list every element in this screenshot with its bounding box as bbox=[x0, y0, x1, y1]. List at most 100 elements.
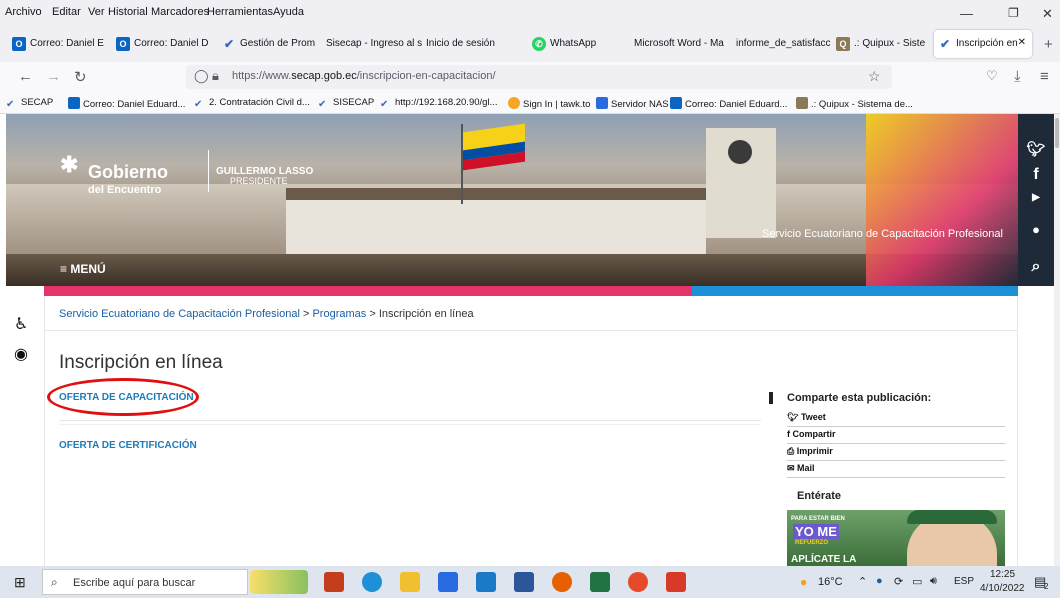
temperature[interactable]: 16°C bbox=[818, 576, 843, 588]
url-text[interactable]: https://www.secap.gob.ec/inscripcion-en-… bbox=[232, 70, 496, 82]
breadcrumb: Servicio Ecuatoriano de Capacitación Pro… bbox=[59, 308, 474, 320]
menu-ver[interactable]: Ver bbox=[88, 6, 105, 18]
menu-marcadores[interactable]: Marcadores bbox=[151, 6, 209, 18]
network-icon[interactable]: ▭ bbox=[912, 575, 922, 588]
store-icon[interactable] bbox=[438, 572, 458, 592]
outlook-icon bbox=[670, 97, 682, 109]
bookmark-tawk[interactable]: Sign In | tawk.to bbox=[508, 97, 590, 110]
bookmark-star-icon[interactable]: ☆ bbox=[868, 68, 881, 85]
tab-gestion[interactable]: ✔ Gestión de Prom bbox=[218, 30, 322, 58]
restore-icon[interactable]: ❐ bbox=[1008, 6, 1019, 20]
breadcrumb-current: Inscripción en línea bbox=[378, 308, 474, 320]
scrollbar-thumb[interactable] bbox=[1055, 118, 1059, 148]
mail-icon[interactable] bbox=[476, 572, 496, 592]
tab-bar: O Correo: Daniel E O Correo: Daniel D ✔ … bbox=[0, 26, 1060, 62]
url-domain: secap.gob.ec bbox=[291, 70, 357, 82]
tab-sisecap[interactable]: Sisecap - Ingreso al s bbox=[322, 30, 422, 58]
powerpoint-icon[interactable] bbox=[324, 572, 344, 592]
bookmark-contratacion[interactable]: ✔ 2. Contratación Civil d... bbox=[194, 97, 310, 111]
tab-label: Inscripción en bbox=[956, 38, 1018, 49]
bookmark-nas[interactable]: Servidor NAS bbox=[596, 97, 669, 110]
clock-date[interactable]: 4/10/2022 bbox=[980, 583, 1025, 594]
logo-divider bbox=[208, 150, 209, 192]
lock-icon[interactable]: 🔒︎ bbox=[212, 68, 219, 84]
whatsapp-icon: ✆ bbox=[532, 37, 546, 51]
minimize-icon[interactable]: — bbox=[960, 6, 973, 21]
back-icon[interactable]: ← bbox=[18, 68, 33, 85]
bookmark-correo-2[interactable]: Correo: Daniel Eduard... bbox=[670, 97, 787, 110]
close-window-icon[interactable]: ✕ bbox=[1042, 6, 1053, 22]
social-sidebar: 🐦︎ f ▶ ● ⌕ bbox=[1018, 114, 1054, 286]
secap-icon: ✔ bbox=[939, 37, 951, 51]
tab-inicio-sesion[interactable]: Inicio de sesión bbox=[422, 30, 522, 58]
app-menu-icon[interactable]: ≡ bbox=[1040, 68, 1049, 85]
tab-correo-1[interactable]: O Correo: Daniel E bbox=[8, 30, 112, 58]
new-tab-icon[interactable]: + bbox=[1044, 36, 1053, 53]
tab-word[interactable]: Microsoft Word - Ma bbox=[630, 30, 732, 58]
volume-icon[interactable]: 🔊︎ bbox=[930, 575, 937, 588]
twitter-icon[interactable]: 🐦︎ bbox=[1018, 140, 1054, 158]
pocket-icon[interactable]: ♡ bbox=[986, 68, 998, 84]
menu-button[interactable]: ≡ MENÚ bbox=[60, 262, 106, 276]
word-icon[interactable] bbox=[514, 572, 534, 592]
edge-icon[interactable] bbox=[362, 572, 382, 592]
clock-time[interactable]: 12:25 bbox=[990, 569, 1015, 580]
link-oferta-certificacion[interactable]: OFERTA DE CERTIFICACIÓN bbox=[59, 440, 197, 451]
weather-icon[interactable]: ● bbox=[800, 575, 807, 589]
menu-archivo[interactable]: Archivo bbox=[5, 6, 42, 18]
forward-icon[interactable]: → bbox=[46, 68, 61, 85]
opera-icon[interactable] bbox=[628, 572, 648, 592]
search-icon[interactable]: ⌕ bbox=[1018, 258, 1054, 276]
menu-historial[interactable]: Historial bbox=[108, 6, 148, 18]
promo-banner[interactable]: PARA ESTAR BIEN YO ME REFUERZO APLÍCATE … bbox=[787, 510, 1005, 566]
reload-icon[interactable]: ↻ bbox=[74, 68, 87, 86]
share-mail[interactable]: ✉ Mail bbox=[787, 461, 1005, 478]
close-tab-icon[interactable]: ✕ bbox=[1018, 37, 1026, 48]
notification-count: 2 bbox=[1044, 582, 1049, 591]
sync-icon[interactable]: ⟳ bbox=[894, 575, 903, 588]
menu-ayuda[interactable]: Ayuda bbox=[273, 6, 304, 18]
bookmark-correo-1[interactable]: Correo: Daniel Eduard... bbox=[68, 97, 185, 110]
language-indicator[interactable]: ESP bbox=[954, 576, 974, 587]
share-compartir-label: Compartir bbox=[792, 429, 836, 439]
widget-icon[interactable] bbox=[250, 570, 308, 594]
share-compartir[interactable]: f Compartir bbox=[787, 427, 1005, 444]
windows-start-icon[interactable]: ⊞ bbox=[14, 574, 26, 591]
eye-icon[interactable]: ◉ bbox=[14, 344, 28, 364]
excel-icon[interactable] bbox=[590, 572, 610, 592]
breadcrumb-home[interactable]: Servicio Ecuatoriano de Capacitación Pro… bbox=[59, 308, 300, 320]
file-explorer-icon[interactable] bbox=[400, 572, 420, 592]
bookmark-sisecap[interactable]: ✔ SISECAP bbox=[318, 97, 374, 111]
accessibility-column: ♿︎ ◉ bbox=[0, 286, 44, 566]
share-imprimir[interactable]: ⎙ Imprimir bbox=[787, 444, 1005, 461]
youtube-icon[interactable]: ▶ bbox=[1018, 192, 1054, 203]
tray-chevron-icon[interactable]: ⌃ bbox=[858, 575, 867, 588]
page-scrollbar[interactable] bbox=[1054, 114, 1060, 566]
tab-inscripcion[interactable]: ✔ Inscripción en ✕ bbox=[934, 30, 1032, 58]
breadcrumb-programas[interactable]: Programas bbox=[312, 308, 366, 320]
brand-overlay bbox=[866, 114, 1018, 286]
tray-app-icon[interactable]: ● bbox=[876, 575, 883, 587]
president-title: PRESIDENTE bbox=[230, 176, 288, 186]
bookmark-secap[interactable]: ✔ SECAP bbox=[6, 97, 53, 111]
tab-quipux[interactable]: Q .: Quipux - Siste bbox=[832, 30, 932, 58]
taskbar-search[interactable]: ⌕ Escribe aquí para buscar bbox=[42, 569, 248, 595]
logo-mark-icon: ✱ bbox=[60, 152, 79, 177]
menu-herramientas[interactable]: Herramientas bbox=[207, 6, 273, 18]
download-icon[interactable]: ⤓ bbox=[1014, 68, 1021, 85]
flickr-icon[interactable]: ● bbox=[1018, 222, 1054, 237]
facebook-icon[interactable]: f bbox=[1018, 166, 1054, 184]
bookmark-ip[interactable]: ✔ http://192.168.20.90/gl... bbox=[380, 97, 497, 111]
tab-correo-2[interactable]: O Correo: Daniel D bbox=[112, 30, 218, 58]
accessibility-icon[interactable]: ♿︎ bbox=[14, 314, 28, 334]
acrobat-icon[interactable] bbox=[666, 572, 686, 592]
bookmarks-bar: ✔ SECAP Correo: Daniel Eduard... ✔ 2. Cont… bbox=[0, 92, 1060, 114]
bookmark-quipux[interactable]: .: Quipux - Sistema de... bbox=[796, 97, 913, 110]
tab-whatsapp[interactable]: ✆ WhatsApp bbox=[528, 30, 628, 58]
share-tweet[interactable]: 🐦︎ Tweet bbox=[787, 410, 1005, 427]
firefox-icon[interactable] bbox=[552, 572, 572, 592]
menu-editar[interactable]: Editar bbox=[52, 6, 81, 18]
search-placeholder: Escribe aquí para buscar bbox=[73, 577, 196, 589]
shield-icon[interactable]: ◯ bbox=[194, 68, 209, 84]
tab-informe[interactable]: informe_de_satisfacc bbox=[732, 30, 832, 58]
